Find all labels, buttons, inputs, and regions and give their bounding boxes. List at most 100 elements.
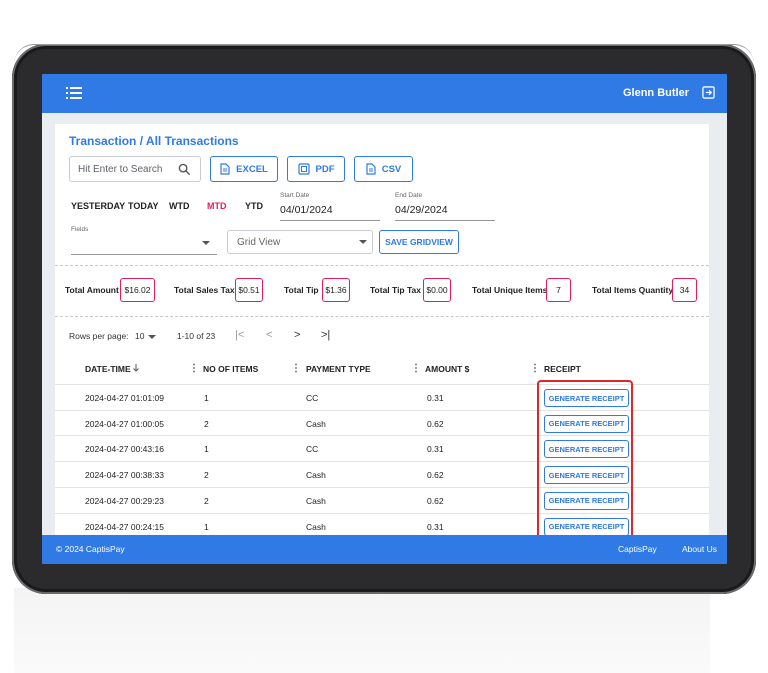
total-unique-items-value: 7 bbox=[546, 278, 571, 302]
fields-select[interactable] bbox=[71, 234, 217, 254]
column-header-items[interactable]: NO OF ITEMS bbox=[203, 364, 258, 374]
cell-items: 1 bbox=[204, 393, 209, 403]
sort-down-arrow-icon[interactable] bbox=[132, 363, 140, 373]
footer: © 2024 CaptisPay CaptisPay About Us bbox=[42, 535, 727, 564]
search-placeholder: Hit Enter to Search bbox=[78, 164, 163, 175]
first-page-icon[interactable]: |< bbox=[235, 329, 244, 341]
pagination-range: 1-10 of 23 bbox=[177, 331, 216, 341]
tablet-edge bbox=[14, 44, 754, 64]
total-tip-tax-value: $0.00 bbox=[423, 278, 451, 302]
search-icon[interactable] bbox=[178, 163, 191, 176]
cell-payment: CC bbox=[306, 393, 319, 403]
logout-icon[interactable] bbox=[702, 86, 715, 99]
cell-datetime: 2024-04-27 00:43:16 bbox=[85, 444, 164, 455]
cell-payment: Cash bbox=[306, 521, 326, 532]
total-sales-tax-value: $0.51 bbox=[235, 278, 263, 302]
footer-about-link[interactable]: About Us bbox=[682, 544, 717, 554]
column-header-amount[interactable]: AMOUNT $ bbox=[425, 364, 469, 374]
cell-amount: 0.31 bbox=[427, 521, 444, 532]
column-header-receipt[interactable]: RECEIPT bbox=[544, 364, 581, 374]
excel-label: EXCEL bbox=[236, 163, 268, 175]
page-title: Transaction / All Transactions bbox=[69, 134, 239, 148]
total-items-quantity-value: 34 bbox=[672, 278, 697, 302]
rows-per-page-label: Rows per page: bbox=[69, 331, 129, 341]
column-header-payment[interactable]: PAYMENT TYPE bbox=[306, 364, 371, 374]
period-ytd[interactable]: YTD bbox=[245, 201, 263, 211]
top-bar: Glenn Butler bbox=[42, 74, 727, 113]
start-date-underline bbox=[280, 220, 380, 221]
column-menu-icon[interactable]: ⋮ bbox=[189, 363, 199, 374]
period-wtd[interactable]: WTD bbox=[169, 201, 190, 211]
save-gridview-button[interactable]: SAVE GRIDVIEW bbox=[379, 230, 459, 254]
device-stage: Glenn Butler Transaction / All Transacti… bbox=[0, 0, 768, 673]
last-page-icon[interactable]: >| bbox=[321, 329, 330, 341]
pdf-export-button[interactable]: PDF bbox=[287, 156, 345, 182]
cell-payment: Cash bbox=[306, 495, 326, 506]
cell-payment: CC bbox=[306, 444, 319, 455]
app-screen: Glenn Butler Transaction / All Transacti… bbox=[42, 74, 727, 564]
cell-items: 2 bbox=[204, 495, 209, 506]
cell-datetime: 2024-04-27 01:00:05 bbox=[85, 418, 164, 429]
cell-items: 1 bbox=[204, 444, 209, 455]
hamburger-menu-icon[interactable] bbox=[66, 87, 82, 99]
start-date-label: Start Date bbox=[280, 192, 310, 199]
end-date-label: End Date bbox=[395, 192, 423, 199]
total-tip-tax-label: Total Tip Tax bbox=[370, 285, 422, 295]
excel-export-button[interactable]: EXCEL bbox=[210, 156, 278, 182]
view-select[interactable]: Grid View bbox=[227, 230, 373, 254]
total-tip-value: $1.36 bbox=[322, 278, 350, 302]
document-icon bbox=[366, 163, 376, 175]
document-icon bbox=[220, 163, 230, 175]
total-amount-label: Total Amount bbox=[65, 285, 119, 295]
search-input[interactable]: Hit Enter to Search bbox=[69, 156, 201, 182]
next-page-icon[interactable]: > bbox=[294, 329, 300, 341]
csv-export-button[interactable]: CSV bbox=[354, 156, 413, 182]
end-date-underline bbox=[395, 220, 495, 221]
view-select-value: Grid View bbox=[237, 237, 281, 248]
chevron-down-icon bbox=[359, 240, 367, 244]
fields-underline bbox=[71, 254, 217, 255]
total-sales-tax-label: Total Sales Tax bbox=[174, 285, 235, 295]
cell-datetime: 2024-04-27 00:24:15 bbox=[85, 521, 164, 532]
period-yesterday[interactable]: YESTERDAY bbox=[71, 201, 125, 211]
total-unique-items-label: Total Unique Items bbox=[472, 285, 548, 295]
fields-label: Fields bbox=[71, 226, 89, 233]
total-items-quantity-label: Total Items Quantity bbox=[592, 285, 674, 295]
chevron-down-icon[interactable] bbox=[148, 335, 156, 339]
period-mtd[interactable]: MTD bbox=[207, 201, 227, 211]
cell-amount: 0.31 bbox=[427, 444, 444, 455]
previous-page-icon[interactable]: < bbox=[266, 329, 272, 341]
pdf-icon bbox=[297, 163, 310, 175]
user-name: Glenn Butler bbox=[622, 87, 689, 99]
cell-datetime: 2024-04-27 00:38:33 bbox=[85, 470, 164, 481]
divider bbox=[55, 265, 709, 266]
column-menu-icon[interactable]: ⋮ bbox=[411, 363, 421, 374]
total-tip-label: Total Tip bbox=[284, 285, 319, 295]
cell-amount: 0.62 bbox=[427, 495, 444, 506]
footer-copyright: © 2024 CaptisPay bbox=[56, 544, 125, 554]
rows-per-page-select[interactable]: 10 bbox=[135, 331, 144, 341]
cell-datetime: 2024-04-27 00:29:23 bbox=[85, 495, 164, 506]
pdf-label: PDF bbox=[315, 163, 335, 175]
cell-amount: 0.62 bbox=[427, 418, 444, 429]
transactions-panel: Transaction / All Transactions Hit Enter… bbox=[55, 124, 709, 535]
cell-payment: Cash bbox=[306, 418, 326, 429]
cell-items: 2 bbox=[204, 470, 209, 481]
cell-datetime: 2024-04-27 01:01:09 bbox=[85, 393, 164, 403]
divider bbox=[55, 316, 709, 317]
tablet-shadow bbox=[14, 588, 710, 673]
cell-items: 1 bbox=[204, 521, 209, 532]
column-header-datetime[interactable]: DATE-TIME bbox=[85, 364, 131, 374]
csv-label: CSV bbox=[381, 163, 402, 175]
end-date-field[interactable]: 04/29/2024 bbox=[395, 204, 448, 216]
cell-amount: 0.31 bbox=[427, 393, 444, 403]
footer-brand-link[interactable]: CaptisPay bbox=[618, 544, 657, 554]
cell-items: 2 bbox=[204, 418, 209, 429]
chevron-down-icon bbox=[202, 241, 210, 245]
column-menu-icon[interactable]: ⋮ bbox=[291, 363, 301, 374]
column-menu-icon[interactable]: ⋮ bbox=[530, 363, 540, 374]
period-today[interactable]: TODAY bbox=[128, 201, 159, 211]
cell-amount: 0.62 bbox=[427, 470, 444, 481]
cell-payment: Cash bbox=[306, 470, 326, 481]
start-date-field[interactable]: 04/01/2024 bbox=[280, 204, 333, 216]
